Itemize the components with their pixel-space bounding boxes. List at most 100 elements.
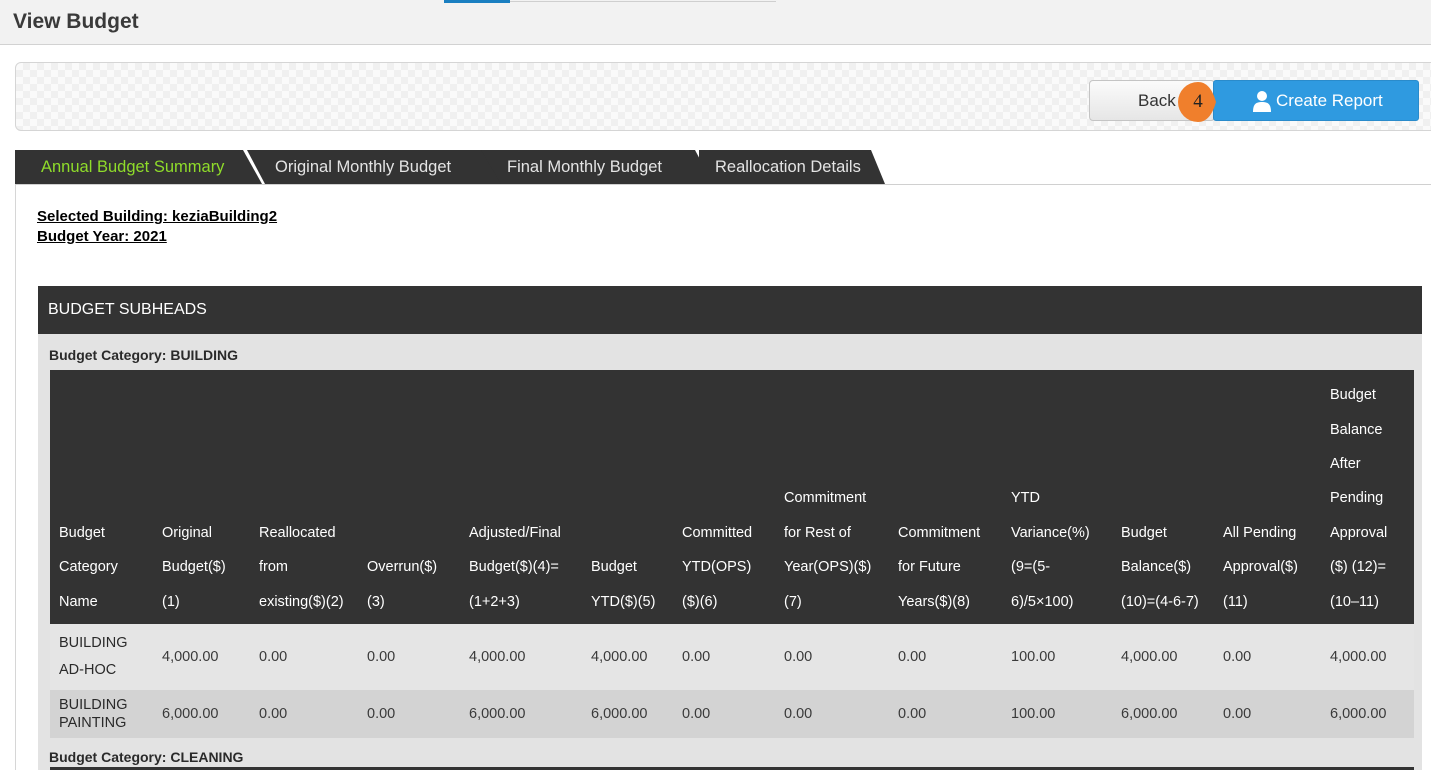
column-header-line: Commitment	[784, 490, 867, 507]
value-cell: 0.00	[250, 690, 358, 738]
column-header-line: Budget($)(4)=	[469, 559, 559, 576]
column-header-line: Name	[59, 593, 98, 610]
column-header-line: Approval	[1330, 524, 1388, 541]
column-header-line: All Pending	[1223, 524, 1297, 541]
category-name-line: PAINTING	[59, 715, 127, 731]
column-header-line: YTD	[1011, 490, 1040, 507]
column-header-line: Committed	[682, 524, 753, 541]
column-header: Budget Category Name	[50, 370, 153, 624]
column-header-line: Pending	[1330, 490, 1384, 507]
column-header-line: for Future	[898, 559, 961, 576]
selected-building: Selected Building: keziaBuilding2	[37, 208, 278, 225]
value-cell: 0.00	[1214, 690, 1321, 738]
column-header: Committed YTD(OPS) ($)(6)	[673, 370, 775, 624]
column-header-line: (7)	[784, 593, 802, 610]
nav-accent-line	[510, 1, 776, 2]
column-header: YTD Variance(%) (9=(5- 6)/5×100)	[1002, 370, 1112, 624]
column-header-line: (11)	[1223, 593, 1248, 610]
column-header: Budget YTD($)(5)	[582, 370, 673, 624]
category-label: Budget Category: CLEANING	[49, 749, 244, 765]
value-cell: 0.00	[673, 690, 775, 738]
tab-bar: Annual Budget Summary Original Monthly B…	[15, 150, 1431, 185]
value-cell: 0.00	[775, 624, 889, 690]
tab-original-monthly-budget[interactable]: Original Monthly Budget	[247, 150, 505, 184]
column-header-line: (1)	[162, 593, 180, 610]
category-label: Budget Category: BUILDING	[49, 347, 238, 363]
value-cell: 4,000.00	[1112, 624, 1214, 690]
column-header-line: ($) (12)=	[1330, 559, 1387, 576]
user-icon	[1253, 91, 1271, 112]
step-badge: 4	[1176, 80, 1218, 124]
column-header-line: Overrun($)	[367, 559, 438, 576]
budget-year: Budget Year: 2021	[37, 228, 167, 245]
tab-annual-budget-summary[interactable]: Annual Budget Summary	[15, 150, 262, 184]
column-header-line: Approval($)	[1223, 559, 1298, 576]
value-cell: 0.00	[1214, 624, 1321, 690]
value-cell: 6,000.00	[1112, 690, 1214, 738]
column-header-line: Budget	[59, 524, 105, 541]
category-name-cell: BUILDING AD-HOC	[50, 624, 153, 690]
column-header: All Pending Approval($) (11)	[1214, 370, 1321, 624]
column-header-line: 6)/5×100)	[1011, 593, 1074, 610]
value-cell: 0.00	[889, 690, 1002, 738]
column-header-line: existing($)(2)	[259, 593, 344, 610]
column-header: Budget Balance($) (10)=(4-6-7)	[1112, 370, 1214, 624]
column-header-line: Balance($)	[1121, 559, 1192, 576]
column-header-line: Commitment	[898, 524, 981, 541]
column-header: Adjusted/Final Budget($)(4)= (1+2+3)	[460, 370, 582, 624]
top-bar: View Budget	[0, 0, 1431, 45]
budget-table: Budget Category Name Original Budget($) (1) Re…	[50, 370, 1414, 738]
value-cell: 6,000.00	[1321, 690, 1414, 738]
table-header-row: Budget Category Name Original Budget($) (1) Re…	[50, 370, 1414, 624]
column-header-line: from	[259, 559, 288, 576]
value-cell: 4,000.00	[460, 624, 582, 690]
column-header-line: Budget($)	[162, 559, 226, 576]
column-header-line: Variance(%)	[1011, 524, 1090, 541]
column-header-line: After	[1330, 455, 1361, 472]
column-header: Commitment for Rest of Year(OPS)($) (7)	[775, 370, 889, 624]
value-cell: 6,000.00	[582, 690, 673, 738]
column-header-line: (10–11)	[1330, 593, 1379, 610]
column-header-line: Adjusted/Final	[469, 524, 561, 541]
value-cell: 6,000.00	[153, 690, 250, 738]
column-header-line: Original	[162, 524, 212, 541]
create-report-button[interactable]: Create Report	[1213, 80, 1419, 121]
nav-accent-indicator	[444, 0, 510, 3]
column-header-line: Budget	[1121, 524, 1167, 541]
tab-label: Annual Budget Summary	[41, 158, 225, 176]
tab-final-monthly-budget[interactable]: Final Monthly Budget	[481, 150, 713, 184]
value-cell: 100.00	[1002, 690, 1112, 738]
column-header-line: ($)(6)	[682, 593, 718, 610]
value-cell: 100.00	[1002, 624, 1112, 690]
column-header: Original Budget($) (1)	[153, 370, 250, 624]
value-cell: 0.00	[889, 624, 1002, 690]
column-header-line: (1+2+3)	[469, 593, 520, 610]
column-header-line: Reallocated	[259, 524, 336, 541]
category-name-line: AD-HOC	[59, 662, 117, 678]
value-cell: 0.00	[358, 690, 460, 738]
value-cell: 4,000.00	[1321, 624, 1414, 690]
value-cell: 6,000.00	[460, 690, 582, 738]
value-cell: 0.00	[775, 690, 889, 738]
category-name-cell: BUILDING PAINTING	[50, 690, 153, 738]
value-cell: 4,000.00	[582, 624, 673, 690]
column-header-line: Year(OPS)($)	[784, 559, 872, 576]
create-report-label: Create Report	[1276, 90, 1383, 110]
column-header-line: Budget	[1330, 387, 1376, 404]
budget-subheads-header: BUDGET SUBHEADS	[38, 286, 1422, 334]
table-row: BUILDING PAINTING 6,000.00 0.00 0.00 6,000.00…	[50, 690, 1414, 738]
column-header-line: YTD(OPS)	[682, 559, 752, 576]
column-header-line: (3)	[367, 593, 385, 610]
column-header-line: YTD($)(5)	[591, 593, 656, 610]
column-header-line: Budget	[591, 559, 637, 576]
value-cell: 4,000.00	[153, 624, 250, 690]
column-header: Budget Balance After Pending Approval ($) (12…	[1321, 370, 1414, 624]
tab-label: Original Monthly Budget	[275, 158, 452, 176]
column-header: Overrun($) (3)	[358, 370, 460, 624]
column-header-line: Category	[59, 559, 118, 576]
tab-reallocation-details[interactable]: Reallocation Details	[699, 150, 885, 184]
table-row: BUILDING AD-HOC 4,000.00 0.00 0.00 4,000.00 4,…	[50, 624, 1414, 690]
page-title: View Budget	[13, 10, 139, 33]
column-header: Commitment for Future Years($)(8)	[889, 370, 1002, 624]
column-header-line: (9=(5-	[1011, 559, 1051, 576]
